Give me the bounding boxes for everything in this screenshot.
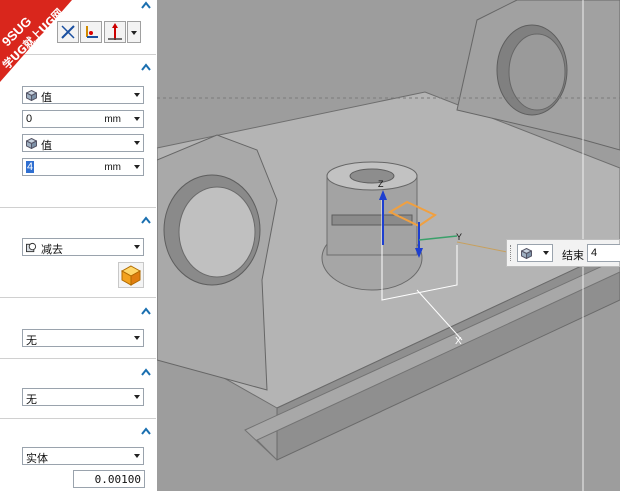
vector-constructor-icon[interactable] — [104, 21, 126, 43]
boolean-value: 减去 — [41, 244, 63, 256]
end-distance-value: 4 — [26, 161, 35, 173]
dropdown-arrow-icon — [134, 454, 140, 458]
offset-select[interactable]: 无 — [22, 388, 144, 406]
drag-grip-icon[interactable] — [510, 245, 515, 261]
end-distance-unit: mm — [104, 162, 121, 173]
collapse-chevron-icon[interactable] — [140, 0, 152, 13]
offset-value: 无 — [26, 394, 37, 406]
y-axis-label: Y — [456, 232, 462, 242]
onscreen-end-label: 结束 — [562, 250, 584, 262]
collapse-chevron-icon[interactable] — [140, 306, 152, 319]
dropdown-arrow-icon — [134, 117, 140, 121]
draft-value: 无 — [26, 335, 37, 347]
dropdown-arrow-icon — [134, 395, 140, 399]
collapse-chevron-icon[interactable] — [140, 367, 152, 380]
dropdown-arrow-icon — [543, 251, 549, 255]
solid-body-icon — [120, 265, 142, 286]
select-body-button[interactable] — [118, 262, 144, 288]
cube-icon — [26, 90, 37, 101]
tolerance-value: 0.00100 — [94, 473, 141, 486]
end-type-select[interactable]: 值 — [22, 134, 144, 152]
dropdown-arrow-icon — [134, 165, 140, 169]
tolerance-field[interactable]: 0.00100 — [73, 470, 145, 488]
subtract-icon — [26, 242, 37, 253]
watermark-logo: 9SUG 学UG就上UG网 — [0, 0, 72, 82]
start-distance-value: 0 — [26, 113, 33, 125]
z-axis-label: Z — [378, 179, 384, 189]
onscreen-end-value: 4 — [591, 247, 598, 259]
divider — [0, 418, 156, 419]
dropdown-arrow-icon — [134, 245, 140, 249]
divider — [0, 358, 156, 359]
collapse-chevron-icon[interactable] — [140, 426, 152, 439]
onscreen-end-field[interactable]: 4 — [587, 244, 620, 262]
direction-dropdown-button[interactable] — [127, 21, 141, 43]
body-type-select[interactable]: 实体 — [22, 447, 144, 465]
cube-icon — [26, 138, 37, 149]
collapse-chevron-icon[interactable] — [140, 215, 152, 228]
boolean-select[interactable]: 减去 — [22, 238, 144, 256]
end-type-value: 值 — [41, 140, 52, 152]
dropdown-arrow-icon — [134, 93, 140, 97]
dropdown-arrow-icon — [134, 141, 140, 145]
body-type-value: 实体 — [26, 453, 48, 465]
dropdown-arrow-icon — [134, 336, 140, 340]
divider — [0, 297, 156, 298]
start-distance-unit: mm — [104, 114, 121, 125]
onscreen-type-select[interactable] — [517, 244, 553, 262]
divider — [0, 207, 156, 208]
collapse-chevron-icon[interactable] — [140, 62, 152, 75]
draft-select[interactable]: 无 — [22, 329, 144, 347]
onscreen-end-input: 结束 4 — [506, 239, 620, 267]
start-type-value: 值 — [41, 92, 52, 104]
cube-icon — [521, 248, 532, 259]
end-distance-field[interactable]: 4 mm — [22, 158, 144, 176]
start-distance-field[interactable]: 0 mm — [22, 110, 144, 128]
x-axis-label: X — [455, 336, 462, 347]
